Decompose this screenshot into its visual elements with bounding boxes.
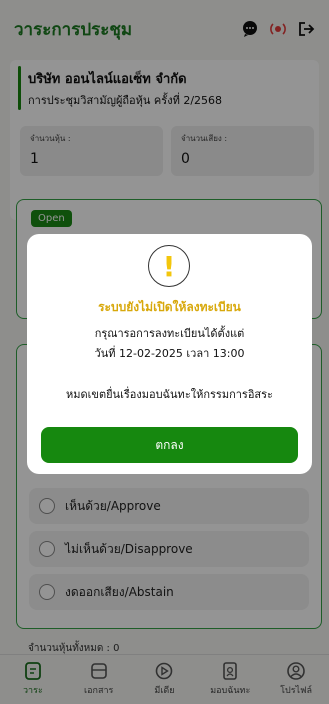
app-screen: วาระการประชุม บริษัท ออนไลน์แอเซ็ท จำกัด…: [0, 0, 329, 704]
dialog-title: ระบบยังไม่เปิดให้ลงทะเบียน: [98, 300, 241, 314]
dialog-message-line-3: หมดเขตยื่นเรื่องมอบฉันทะให้กรรมการอิสระ: [66, 388, 273, 401]
warning-icon: !: [148, 245, 190, 287]
ok-button[interactable]: ตกลง: [41, 427, 298, 463]
dialog-message-line-1: กรุณารอการลงทะเบียนได้ตั้งแต่: [94, 327, 245, 340]
dialog-message-line-2: วันที่ 12-02-2025 เวลา 13:00: [94, 347, 245, 360]
alert-dialog: ! ระบบยังไม่เปิดให้ลงทะเบียน กรุณารอการล…: [27, 234, 312, 474]
